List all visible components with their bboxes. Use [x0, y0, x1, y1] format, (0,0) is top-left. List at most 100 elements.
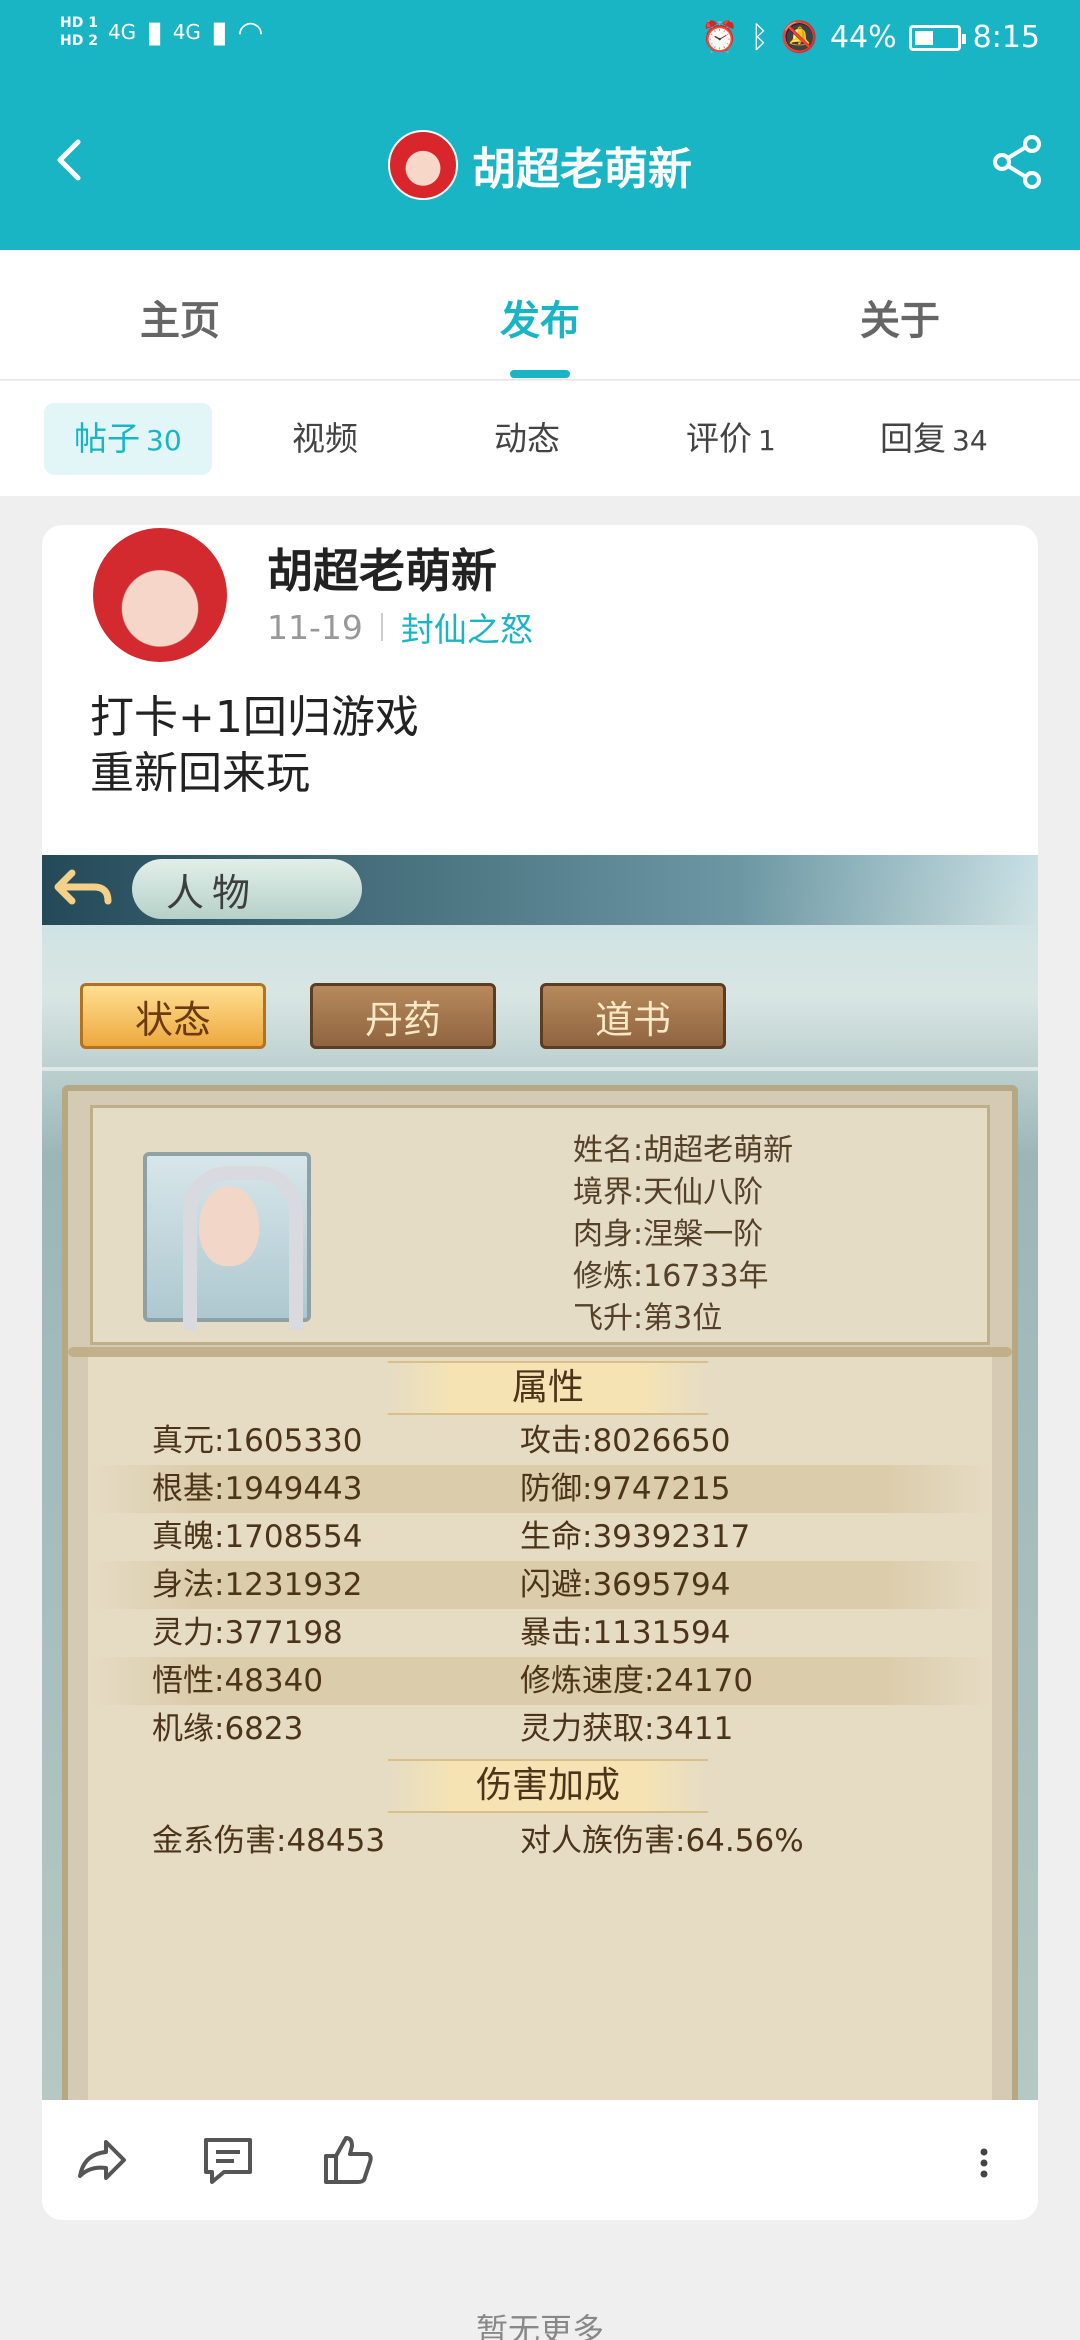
hd1-label: HD 1 — [60, 15, 98, 31]
game-tab-status: 状态 — [80, 983, 266, 1049]
status-bar: HD 1 HD 2 4G ▮ 4G ▮ ◠ ⏰ ᛒ 🔕 44% 8:15 — [0, 0, 1080, 80]
tab-home[interactable]: 主页 — [140, 288, 220, 346]
stat-row: 金系伤害:48453 对人族伤害:64.56% — [88, 1817, 992, 1865]
stat-right: 闪避:3695794 — [520, 1567, 731, 1603]
stat-left: 根基:1949443 — [152, 1471, 363, 1507]
share-icon[interactable] — [986, 130, 1050, 194]
avatar[interactable] — [388, 130, 458, 200]
character-info: 姓名:胡超老萌新 境界:天仙八阶 肉身:涅槃一阶 修炼:16733年 飞升:第3… — [573, 1130, 793, 1340]
post-meta: 11-19 封仙之怒 — [267, 603, 533, 651]
stat-left: 金系伤害:48453 — [152, 1823, 386, 1859]
post-line-1: 打卡+1回归游戏 — [90, 692, 419, 743]
signal-bars-icon-2: ▮ — [210, 14, 228, 50]
section-damage: 伤害加成 — [388, 1759, 708, 1813]
stat-right: 攻击:8026650 — [520, 1423, 731, 1459]
info-realm: 境界:天仙八阶 — [573, 1175, 764, 1210]
subtab-activity-label: 动态 — [494, 419, 560, 458]
post-image[interactable]: 人物 状态 丹药 道书 姓名:胡超老萌新 境界:天仙八阶 肉身:涅槃一阶 修炼:… — [42, 855, 1038, 2115]
stat-row: 灵力:377198 暴击:1131594 — [88, 1609, 992, 1657]
character-portrait — [143, 1152, 311, 1330]
game-back-arrow-icon — [54, 869, 112, 905]
meta-divider — [380, 613, 383, 641]
share-arrow-icon[interactable] — [70, 2130, 130, 2190]
author-avatar[interactable] — [90, 525, 230, 665]
scroll-rod — [68, 1347, 1012, 1357]
subtab-posts-count: 30 — [146, 424, 182, 457]
post-card[interactable]: 胡超老萌新 11-19 封仙之怒 打卡+1回归游戏 重新回来玩 人物 状态 丹药… — [42, 525, 1038, 2220]
game-title: 人物 — [132, 859, 362, 919]
subtab-replies-count: 34 — [952, 424, 988, 457]
stat-row: 机缘:6823 灵力获取:3411 — [88, 1705, 992, 1753]
alarm-icon: ⏰ — [701, 20, 739, 55]
character-profile: 姓名:胡超老萌新 境界:天仙八阶 肉身:涅槃一阶 修炼:16733年 飞升:第3… — [90, 1105, 990, 1345]
subtab-videos-label: 视频 — [292, 419, 358, 458]
top-bar: HD 1 HD 2 4G ▮ 4G ▮ ◠ ⏰ ᛒ 🔕 44% 8:15 胡超老… — [0, 0, 1080, 250]
post-line-2: 重新回来玩 — [90, 748, 310, 799]
tab-about[interactable]: 关于 — [860, 288, 940, 346]
battery-icon — [908, 24, 966, 51]
wifi-icon: ◠ — [237, 14, 264, 50]
sim-indicator: HD 1 HD 2 — [60, 14, 98, 50]
comment-icon[interactable] — [198, 2130, 258, 2190]
subtab-reviews-count: 1 — [758, 424, 776, 457]
info-name: 姓名:胡超老萌新 — [573, 1133, 794, 1168]
like-icon[interactable] — [318, 2130, 378, 2190]
signal-bars-icon: ▮ — [146, 14, 163, 50]
damage-list: 金系伤害:48453 对人族伤害:64.56% — [88, 1817, 992, 1865]
battery-percent: 44% — [829, 20, 897, 55]
section-attributes: 属性 — [388, 1361, 708, 1415]
sub-tabs: 帖子 30 视频 动态 评价 1 回复 34 — [0, 381, 1080, 496]
author-name[interactable]: 胡超老萌新 — [267, 535, 497, 601]
stat-row: 悟性:48340 修炼速度:24170 — [88, 1657, 992, 1705]
info-body: 肉身:涅槃一阶 — [573, 1217, 764, 1252]
post-content: 打卡+1回归游戏 重新回来玩 — [90, 690, 419, 802]
signal-icon: 4G — [107, 20, 137, 44]
attribute-list: 真元:1605330 攻击:8026650 根基:1949443 防御:974721… — [88, 1417, 992, 1753]
subtab-videos[interactable]: 视频 — [292, 403, 358, 475]
character-panel: 姓名:胡超老萌新 境界:天仙八阶 肉身:涅槃一阶 修炼:16733年 飞升:第3… — [62, 1085, 1018, 2115]
game-divider — [42, 1067, 1038, 1071]
stat-left: 真魄:1708554 — [152, 1519, 363, 1555]
stat-right: 修炼速度:24170 — [520, 1663, 754, 1699]
no-more-text: 暂无更多 — [475, 2311, 604, 2340]
tab-posts[interactable]: 发布 — [500, 288, 580, 346]
main-tabs: 主页 发布 关于 — [0, 250, 1080, 380]
stat-sheet: 属性 真元:1605330 攻击:8026650 根基:1949443 防御:974… — [88, 1357, 992, 2115]
bluetooth-icon: ᛒ — [750, 20, 769, 55]
signal-icon-2: 4G — [172, 20, 201, 44]
stat-right: 灵力获取:3411 — [520, 1711, 734, 1747]
stat-row: 真元:1605330 攻击:8026650 — [88, 1417, 992, 1465]
subtab-reviews[interactable]: 评价 1 — [686, 403, 776, 475]
stat-right: 生命:39392317 — [520, 1519, 751, 1555]
subtab-posts-label: 帖子 — [74, 419, 140, 458]
post-actions — [42, 2100, 1038, 2220]
post-date: 11-19 — [267, 607, 363, 647]
subtab-activity[interactable]: 动态 — [494, 403, 560, 475]
subtab-replies-label: 回复 — [880, 419, 946, 458]
subtab-reviews-label: 评价 — [686, 419, 752, 458]
stat-left: 真元:1605330 — [152, 1423, 363, 1459]
clock: 8:15 — [972, 20, 1040, 55]
subtab-replies[interactable]: 回复 34 — [880, 403, 988, 475]
game-link[interactable]: 封仙之怒 — [401, 603, 533, 651]
game-tab-books: 道书 — [540, 983, 726, 1049]
stat-row: 根基:1949443 防御:9747215 — [88, 1465, 992, 1513]
stat-left: 机缘:6823 — [152, 1711, 304, 1747]
info-cultivation: 修炼:16733年 — [573, 1259, 769, 1294]
info-ascension: 飞升:第3位 — [573, 1301, 723, 1336]
game-tab-pills: 丹药 — [310, 983, 496, 1049]
more-icon[interactable] — [978, 2148, 990, 2178]
stat-right: 暴击:1131594 — [520, 1615, 731, 1651]
stat-left: 灵力:377198 — [152, 1615, 343, 1651]
tab-indicator — [510, 370, 570, 378]
stat-row: 真魄:1708554 生命:39392317 — [88, 1513, 992, 1561]
stat-right: 对人族伤害:64.56% — [520, 1823, 804, 1859]
stat-left: 身法:1231932 — [152, 1567, 363, 1603]
app-bar: 胡超老萌新 — [0, 110, 1080, 220]
hd2-label: HD 2 — [60, 33, 98, 49]
subtab-posts[interactable]: 帖子 30 — [44, 403, 212, 475]
mute-icon: 🔕 — [780, 20, 818, 55]
stat-row: 身法:1231932 闪避:3695794 — [88, 1561, 992, 1609]
stat-right: 防御:9747215 — [520, 1471, 731, 1507]
page-title: 胡超老萌新 — [472, 144, 692, 195]
